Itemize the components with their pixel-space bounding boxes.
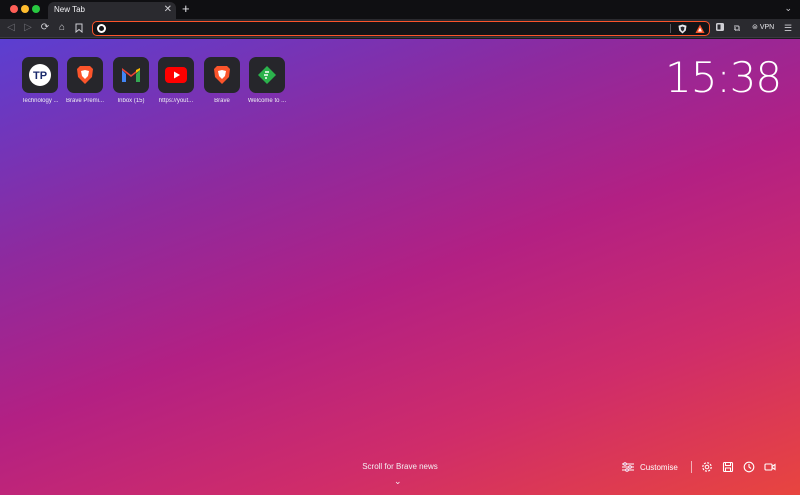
home-button[interactable]: ⌂ [55,21,69,35]
feedly-icon [258,66,276,84]
brave-rewards-icon[interactable] [695,24,705,34]
top-site-tile[interactable] [67,57,103,93]
reload-button[interactable]: ⟳ [38,21,52,35]
youtube-icon [165,67,187,83]
top-site-label: Technology ... [21,98,59,104]
toolbar: ◁ ▷ ⟳ ⌂ ⧉ ⊜ VPN ☰ [0,19,800,38]
tab-title: New Tab [54,5,85,14]
top-site-gmail[interactable]: Inbox (15) [113,57,149,104]
top-site-brave[interactable]: Brave [204,57,240,104]
brave-talk-video-icon[interactable] [764,461,776,473]
zoom-window-button[interactable] [32,5,40,13]
url-input[interactable] [111,23,671,34]
settings-gear-icon[interactable] [701,461,713,473]
brave-shields-icon[interactable] [678,24,687,34]
top-site-tile[interactable] [204,57,240,93]
close-tab-icon[interactable]: ✕ [164,3,172,17]
top-site-label: Welcome to ... [247,98,287,104]
extensions-icon[interactable]: ⧉ [731,22,743,34]
top-site-tile[interactable]: TP [22,57,58,93]
address-bar[interactable] [92,21,710,36]
bookmark-button[interactable] [72,21,86,35]
top-site-tile[interactable] [249,57,285,93]
brave-lion-icon [214,66,230,84]
customise-button[interactable]: Customise [622,461,678,473]
bookmarks-save-icon[interactable] [722,461,734,473]
customise-label: Customise [640,462,678,472]
vpn-label: VPN [759,24,775,31]
technology-personalized-icon: TP [29,64,51,86]
top-site-label: Inbox (15) [117,98,145,104]
top-site-tile[interactable] [158,57,194,93]
scroll-for-news[interactable]: Scroll for Brave news [350,462,450,471]
top-site-label: https://yout... [158,98,194,104]
forward-button[interactable]: ▷ [21,21,35,35]
back-button[interactable]: ◁ [4,21,18,35]
top-site-technology[interactable]: TP Technology ... [21,57,59,104]
divider [691,461,692,473]
top-site-welcome[interactable]: Welcome to ... [248,57,286,104]
menu-icon[interactable]: ☰ [782,22,794,34]
chevron-down-icon[interactable]: ⌄ [394,476,402,487]
close-window-button[interactable] [10,5,18,13]
tp-logo-text: TP [33,70,47,82]
top-site-youtube[interactable]: https://yout... [158,57,194,104]
history-clock-icon[interactable] [743,461,755,473]
top-site-brave-premium[interactable]: Brave Premi... [66,57,104,104]
top-site-label: Brave [214,98,230,104]
wallet-icon[interactable] [714,22,726,34]
sliders-icon [622,462,634,472]
bookmark-icon [75,23,83,34]
top-site-label: Brave Premi... [65,98,104,104]
google-search-icon [97,24,106,33]
gmail-icon [122,68,140,82]
brave-lion-icon [77,66,93,84]
top-site-tile[interactable] [113,57,149,93]
url-divider [670,24,671,33]
new-tab-page: TP Technology ... Brave Premi... Inbox (… [0,39,800,495]
vpn-button[interactable]: ⊜ VPN [752,23,774,31]
minimize-window-button[interactable] [21,5,29,13]
new-tab-button[interactable]: + [182,1,190,17]
tab-list-chevron-icon[interactable]: ⌄ [784,3,792,14]
wallet-glyph-icon [716,23,724,31]
clock: 15:38 [665,53,782,102]
tab-new-tab[interactable]: New Tab ✕ [48,2,176,19]
tab-strip: New Tab ✕ + ⌄ [0,0,800,19]
